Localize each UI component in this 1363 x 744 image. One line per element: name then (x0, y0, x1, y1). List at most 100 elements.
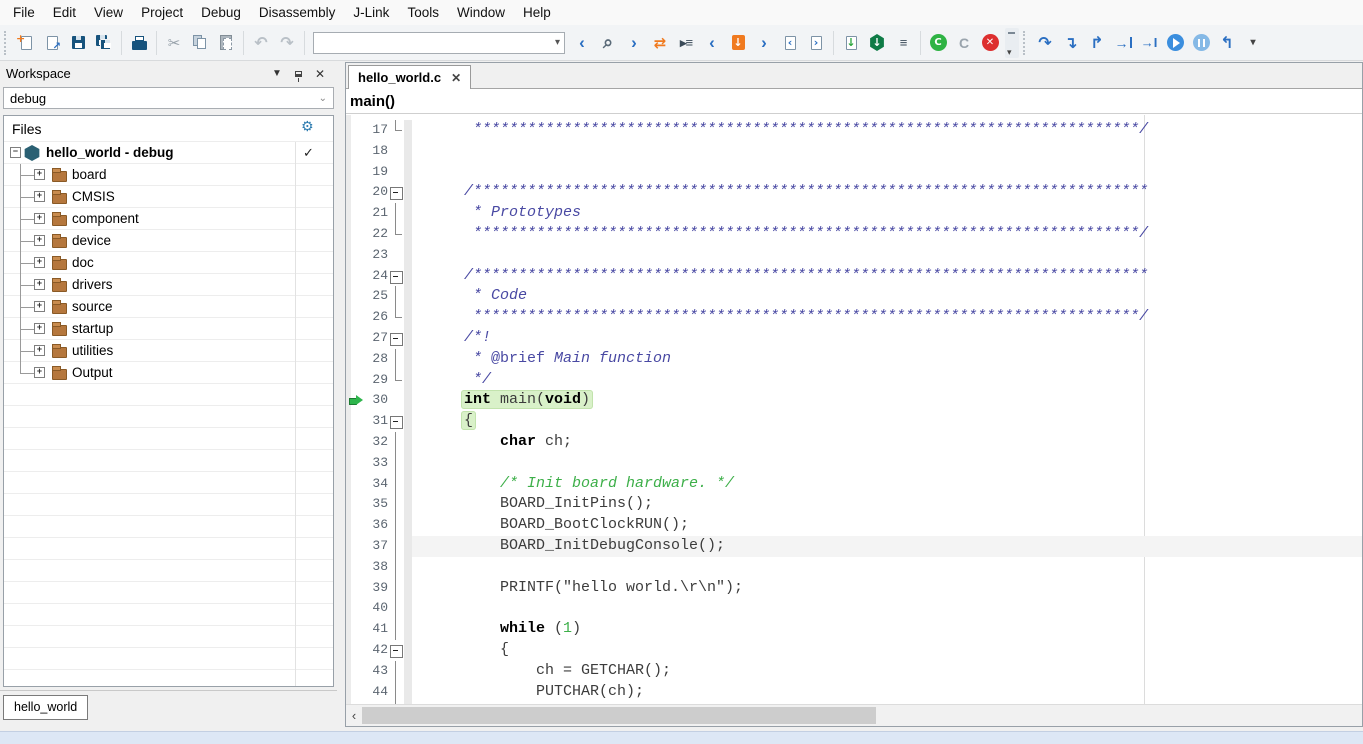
tree-folder-cmsis[interactable]: +CMSIS (4, 186, 333, 208)
settings-gear-icon[interactable]: ⚙ (301, 119, 314, 135)
breakpoint-gutter[interactable] (346, 474, 364, 495)
code-text[interactable]: PUTCHAR(ch); (412, 682, 1362, 703)
breakpoint-gutter[interactable] (346, 661, 364, 682)
line-number[interactable]: 31 (364, 411, 388, 432)
tree-folder-source[interactable]: +source (4, 296, 333, 318)
code-text[interactable]: /***************************************… (412, 266, 1362, 287)
find-next-button[interactable]: › (621, 30, 647, 56)
tree-folder-utilities[interactable]: +utilities (4, 340, 333, 362)
breakpoint-gutter[interactable] (346, 598, 364, 619)
line-number[interactable]: 27 (364, 328, 388, 349)
breakpoint-gutter[interactable] (346, 286, 364, 307)
toolbar-overflow-button[interactable] (1005, 28, 1019, 58)
code-text[interactable]: * Prototypes (412, 203, 1362, 224)
tree-folder-drivers[interactable]: +drivers (4, 274, 333, 296)
breakpoint-gutter[interactable] (346, 162, 364, 183)
tree-folder-board[interactable]: +board (4, 164, 333, 186)
menu-item-jlink[interactable]: J-Link (344, 1, 398, 24)
fold-toggle-icon[interactable] (388, 266, 404, 287)
line-number[interactable]: 42 (364, 640, 388, 661)
compile-button[interactable]: C (925, 30, 951, 56)
line-number[interactable]: 29 (364, 370, 388, 391)
workspace-tab[interactable]: hello_world (3, 695, 88, 720)
line-number[interactable]: 41 (364, 619, 388, 640)
code-text[interactable]: */ (412, 370, 1362, 391)
config-dropdown[interactable]: debug ⌄ (3, 87, 334, 109)
line-number[interactable]: 37 (364, 536, 388, 557)
breakpoint-gutter[interactable] (346, 536, 364, 557)
line-number[interactable]: 23 (364, 245, 388, 266)
tree-folder-component[interactable]: +component (4, 208, 333, 230)
reset-button[interactable]: ↰ (1214, 30, 1240, 56)
files-column-header[interactable]: Files ⚙ (4, 116, 333, 142)
code-text[interactable]: BOARD_BootClockRUN(); (412, 515, 1362, 536)
menu-item-file[interactable]: File (4, 1, 44, 24)
breakpoint-gutter[interactable] (346, 494, 364, 515)
line-number[interactable]: 24 (364, 266, 388, 287)
menu-item-view[interactable]: View (85, 1, 132, 24)
open-document-button[interactable]: ↗ (39, 30, 65, 56)
paste-button[interactable] (213, 30, 239, 56)
code-text[interactable]: /*! (412, 328, 1362, 349)
expand-expander[interactable]: + (34, 367, 45, 378)
make-button[interactable]: C (951, 30, 977, 56)
project-row[interactable]: −hello_world - debug✓ (4, 142, 333, 164)
code-text[interactable] (412, 141, 1362, 162)
download-file-button[interactable]: ↓ (838, 30, 864, 56)
new-document-button[interactable]: + (13, 30, 39, 56)
line-number[interactable]: 30 (364, 390, 388, 411)
next-bookmark-button[interactable]: › (803, 30, 829, 56)
code-text[interactable]: ****************************************… (412, 120, 1362, 141)
line-number[interactable]: 39 (364, 578, 388, 599)
undo-button[interactable]: ↶ (248, 30, 274, 56)
code-text[interactable]: ch = GETCHAR(); (412, 661, 1362, 682)
debug-more-options-button[interactable]: ▾ (1240, 30, 1266, 56)
breakpoint-gutter[interactable] (346, 370, 364, 391)
expand-expander[interactable]: + (34, 323, 45, 334)
chevron-down-icon[interactable]: ▾ (551, 37, 564, 48)
code-text[interactable] (412, 245, 1362, 266)
expand-expander[interactable]: + (34, 257, 45, 268)
step-into-button[interactable]: ↴ (1058, 30, 1084, 56)
line-number[interactable]: 19 (364, 162, 388, 183)
fold-toggle-icon[interactable] (388, 411, 404, 432)
line-number[interactable]: 35 (364, 494, 388, 515)
code-text[interactable] (412, 557, 1362, 578)
breakpoint-gutter[interactable] (346, 578, 364, 599)
line-number[interactable]: 25 (364, 286, 388, 307)
line-number[interactable]: 33 (364, 453, 388, 474)
breakpoint-gutter[interactable] (346, 307, 364, 328)
tree-folder-device[interactable]: +device (4, 230, 333, 252)
next-statement-button[interactable]: → (1110, 30, 1136, 56)
breakpoint-gutter[interactable] (346, 349, 364, 370)
collapse-expander[interactable]: − (10, 147, 21, 158)
breakpoint-gutter[interactable] (346, 328, 364, 349)
code-text[interactable] (412, 453, 1362, 474)
debug-log-button[interactable]: ≡ (890, 30, 916, 56)
breakpoint-gutter[interactable] (346, 224, 364, 245)
menu-item-debug[interactable]: Debug (192, 1, 250, 24)
breakpoint-gutter[interactable] (346, 245, 364, 266)
code-text[interactable]: while (1) (412, 619, 1362, 640)
step-out-button[interactable]: ↱ (1084, 30, 1110, 56)
line-number[interactable]: 28 (364, 349, 388, 370)
breakpoint-gutter[interactable] (346, 640, 364, 661)
step-over-button[interactable]: ↷ (1032, 30, 1058, 56)
code-text[interactable]: PRINTF("hello world.\r\n"); (412, 578, 1362, 599)
breakpoint-gutter[interactable] (346, 182, 364, 203)
line-number[interactable]: 22 (364, 224, 388, 245)
save-all-button[interactable] (91, 30, 117, 56)
menu-item-tools[interactable]: Tools (398, 1, 448, 24)
close-tab-icon[interactable]: ✕ (451, 71, 461, 85)
function-selector[interactable]: main() (346, 89, 1362, 114)
horizontal-scrollbar[interactable]: ‹ (346, 704, 1362, 726)
code-text[interactable]: /***************************************… (412, 182, 1362, 203)
line-number[interactable]: 36 (364, 515, 388, 536)
breakpoint-gutter[interactable] (346, 411, 364, 432)
breakpoint-gutter[interactable] (346, 266, 364, 287)
breakpoint-gutter[interactable] (346, 619, 364, 640)
previous-bracket-button[interactable]: ‹ (699, 30, 725, 56)
line-number[interactable]: 17 (364, 120, 388, 141)
redo-button[interactable]: ↷ (274, 30, 300, 56)
breakpoint-gutter[interactable] (346, 203, 364, 224)
